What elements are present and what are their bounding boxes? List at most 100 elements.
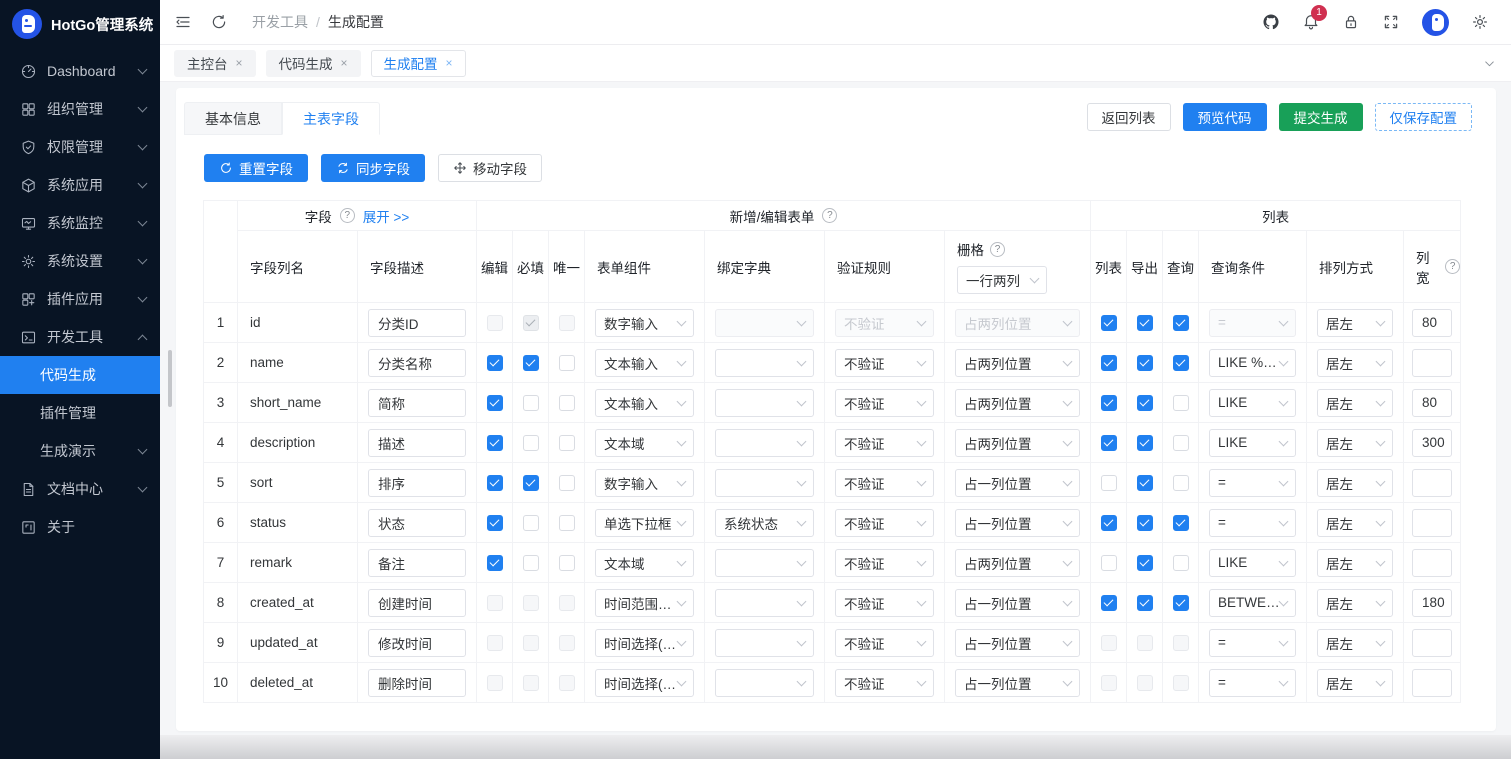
sidebar-item-devtools[interactable]: 开发工具 (0, 318, 160, 356)
list-checkbox[interactable] (1100, 554, 1117, 571)
grid-layout-select[interactable]: 一行两列 (957, 266, 1047, 294)
required-checkbox[interactable] (522, 674, 539, 691)
list-checkbox[interactable] (1100, 594, 1117, 611)
list-checkbox[interactable] (1100, 474, 1117, 491)
list-checkbox[interactable] (1100, 314, 1117, 331)
query-checkbox[interactable] (1172, 554, 1189, 571)
query-checkbox[interactable] (1172, 514, 1189, 531)
github-icon[interactable] (1262, 13, 1280, 31)
required-checkbox[interactable] (522, 394, 539, 411)
grid-select[interactable]: 占两列位置 (955, 428, 1081, 457)
column-width-input[interactable] (1412, 468, 1453, 497)
grid-select[interactable]: 占两列位置 (955, 388, 1081, 417)
close-icon[interactable]: × (236, 56, 243, 70)
column-width-input[interactable] (1412, 508, 1453, 537)
edit-checkbox[interactable] (486, 514, 503, 531)
query-cond-select[interactable]: LIKE (1209, 428, 1297, 457)
component-select[interactable]: 单选下拉框 (595, 508, 694, 537)
dict-select[interactable] (715, 388, 814, 417)
sidebar-item-about[interactable]: 关于 (0, 508, 160, 546)
save-config-button[interactable]: 仅保存配置 (1374, 103, 1472, 131)
dict-select[interactable] (715, 468, 814, 497)
sidebar-item-sysmonitor[interactable]: 系统监控 (0, 204, 160, 242)
help-icon[interactable]: ? (339, 208, 355, 223)
edit-checkbox[interactable] (486, 554, 503, 571)
chevron-down-icon[interactable] (1482, 56, 1497, 71)
export-checkbox[interactable] (1136, 394, 1153, 411)
help-icon[interactable]: ? (822, 208, 838, 223)
help-icon[interactable]: ? (1445, 259, 1461, 274)
fullscreen-icon[interactable] (1382, 13, 1400, 31)
sidebar-item-dashboard[interactable]: Dashboard (0, 52, 160, 90)
rule-select[interactable]: 不验证 (835, 668, 934, 697)
unique-checkbox[interactable] (558, 634, 575, 651)
edit-checkbox[interactable] (486, 314, 503, 331)
align-select[interactable]: 居左 (1317, 508, 1394, 537)
lock-icon[interactable] (1342, 13, 1360, 31)
component-select[interactable]: 文本输入 (595, 348, 694, 377)
unique-checkbox[interactable] (558, 554, 575, 571)
required-checkbox[interactable] (522, 314, 539, 331)
sidebar-item-sysapp[interactable]: 系统应用 (0, 166, 160, 204)
dict-select[interactable] (715, 588, 814, 617)
avatar[interactable] (1422, 8, 1449, 36)
reset-fields-button[interactable]: 重置字段 (204, 154, 308, 182)
unique-checkbox[interactable] (558, 354, 575, 371)
query-cond-select[interactable]: BETWEEN (1209, 588, 1297, 617)
field-desc-input[interactable]: 分类ID (368, 308, 466, 337)
column-width-input[interactable] (1412, 348, 1453, 377)
edit-checkbox[interactable] (486, 674, 503, 691)
query-checkbox[interactable] (1172, 354, 1189, 371)
grid-select[interactable]: 占一列位置 (955, 628, 1081, 657)
unique-checkbox[interactable] (558, 474, 575, 491)
settings-gear-icon[interactable] (1471, 13, 1489, 31)
unique-checkbox[interactable] (558, 594, 575, 611)
reload-icon[interactable] (210, 13, 228, 31)
align-select[interactable]: 居左 (1317, 348, 1394, 377)
sync-fields-button[interactable]: 同步字段 (321, 154, 425, 182)
align-select[interactable]: 居左 (1317, 668, 1394, 697)
query-cond-select[interactable]: = (1209, 508, 1297, 537)
query-cond-select[interactable]: = (1209, 668, 1297, 697)
export-checkbox[interactable] (1136, 514, 1153, 531)
required-checkbox[interactable] (522, 634, 539, 651)
preview-code-button[interactable]: 预览代码 (1182, 103, 1267, 131)
grid-select[interactable]: 占两列位置 (955, 348, 1081, 377)
list-checkbox[interactable] (1100, 434, 1117, 451)
sidebar-item-codegen[interactable]: 代码生成 (0, 356, 160, 394)
required-checkbox[interactable] (522, 434, 539, 451)
query-checkbox[interactable] (1172, 474, 1189, 491)
expand-link[interactable]: 展开 >> (363, 206, 410, 226)
tag-dashboard[interactable]: 主控台 × (174, 49, 256, 77)
export-checkbox[interactable] (1136, 434, 1153, 451)
sidebar-item-plugins[interactable]: 插件应用 (0, 280, 160, 318)
field-desc-input[interactable]: 排序 (368, 468, 466, 497)
query-checkbox[interactable] (1172, 634, 1189, 651)
breadcrumb-section[interactable]: 开发工具 (252, 12, 308, 32)
sidebar-item-org[interactable]: 组织管理 (0, 90, 160, 128)
export-checkbox[interactable] (1136, 634, 1153, 651)
required-checkbox[interactable] (522, 554, 539, 571)
required-checkbox[interactable] (522, 594, 539, 611)
back-to-list-button[interactable]: 返回列表 (1086, 103, 1171, 131)
field-desc-input[interactable]: 描述 (368, 428, 466, 457)
query-checkbox[interactable] (1172, 434, 1189, 451)
dict-select[interactable]: 系统状态 (715, 508, 814, 537)
field-desc-input[interactable]: 简称 (368, 388, 466, 417)
dict-select[interactable] (715, 548, 814, 577)
grid-select[interactable]: 占一列位置 (955, 468, 1081, 497)
notifications[interactable]: 1 (1302, 4, 1327, 33)
export-checkbox[interactable] (1136, 354, 1153, 371)
sidebar-item-permission[interactable]: 权限管理 (0, 128, 160, 166)
component-select[interactable]: 文本域 (595, 548, 694, 577)
app-logo[interactable]: HotGo管理系统 (0, 0, 160, 48)
close-icon[interactable]: × (341, 56, 348, 70)
export-checkbox[interactable] (1136, 554, 1153, 571)
tag-genconfig[interactable]: 生成配置 × (370, 49, 466, 77)
field-desc-input[interactable]: 修改时间 (368, 628, 466, 657)
sidebar-item-gen-demo[interactable]: 生成演示 (0, 432, 160, 470)
export-checkbox[interactable] (1136, 314, 1153, 331)
edit-checkbox[interactable] (486, 594, 503, 611)
dict-select[interactable] (715, 308, 814, 337)
column-width-input[interactable]: 80 (1412, 388, 1453, 417)
